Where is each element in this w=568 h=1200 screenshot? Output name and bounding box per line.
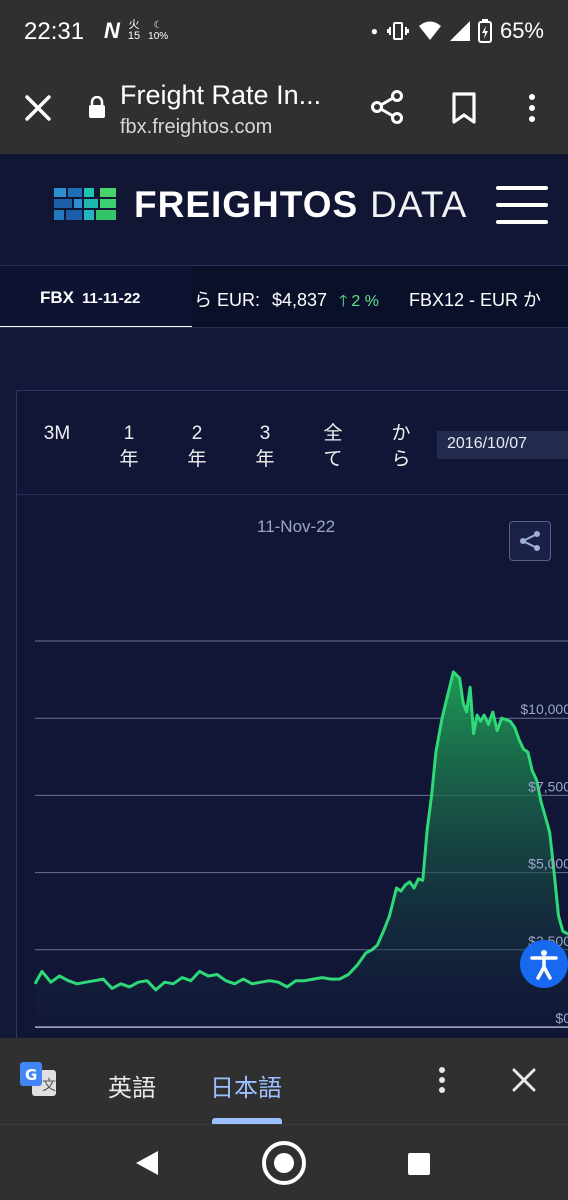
accessibility-icon (530, 950, 558, 980)
page-title[interactable]: Freight Rate In... (120, 80, 321, 111)
close-icon[interactable] (22, 92, 54, 124)
ticker-item-value: $4,837 (272, 290, 328, 310)
battery-percentage: 65% (499, 18, 544, 43)
wifi-icon (418, 21, 441, 40)
more-vert-icon[interactable] (432, 1064, 452, 1096)
vibrate-icon (386, 22, 409, 40)
ticker-index-name: FBX (40, 288, 74, 307)
rate-ticker: FBX 11-11-22 ら EUR: $4,837 🡑 2 % FBX12 -… (0, 266, 568, 328)
freightos-data-logo[interactable]: FREIGHTOS DATA (134, 184, 467, 226)
share-icon (520, 531, 540, 551)
main-content: 3M 1 年 2 年 3 年 全 て か ら 2016/10/07 $0$2,5… (0, 328, 568, 1040)
calendar-notification-icon: 火 15 (127, 19, 141, 42)
translate-bar: 文 G 英語 日本語 (0, 1038, 568, 1124)
more-vert-icon[interactable] (520, 92, 544, 124)
svg-text:G: G (25, 1066, 37, 1084)
status-bar: 22:31 N 火 15 ☾ 10% ● 65% (0, 0, 568, 64)
dot-icon: ● (370, 24, 378, 38)
chart-card: 3M 1 年 2 年 3 年 全 て か ら 2016/10/07 $0$2,5… (16, 390, 568, 1040)
bookmark-icon[interactable] (450, 92, 478, 124)
system-status-icons: ● 65% (371, 16, 544, 46)
svg-text:文: 文 (42, 1078, 56, 1094)
share-icon[interactable] (370, 90, 404, 124)
source-language-tab[interactable]: 英語 (108, 1068, 156, 1103)
fbx-price-chart[interactable]: $0$2,500$5,000$7,500$10,00001-Jan-1801-J… (17, 391, 568, 1041)
chart-share-button[interactable] (509, 521, 551, 561)
recent-apps-button[interactable] (408, 1153, 430, 1175)
logo-bold-text: FREIGHTOS (134, 184, 359, 225)
browser-toolbar: Freight Rate In... fbx.freightos.com (0, 64, 568, 154)
accessibility-button[interactable] (520, 940, 568, 988)
logo-light-text: DATA (370, 184, 468, 225)
ticker-item-name[interactable]: FBX12 - EUR か (409, 286, 541, 312)
status-time: 22:31 (24, 18, 85, 45)
y-tick-label: $10,000 (520, 701, 568, 717)
ticker-item-change: 2 % (351, 293, 379, 310)
chart-date-label: 11-Nov-22 (257, 517, 336, 536)
signal-icon (449, 21, 470, 41)
y-tick-label: $5,000 (528, 856, 568, 872)
system-nav-bar (0, 1124, 568, 1200)
y-tick-label: $0 (555, 1010, 568, 1026)
freightos-logo-icon[interactable] (54, 188, 116, 220)
home-button[interactable] (262, 1141, 306, 1185)
hamburger-menu-icon[interactable] (496, 186, 548, 224)
ticker-item-name[interactable]: ら EUR: (194, 286, 260, 312)
netflix-notification-icon: N (104, 18, 120, 43)
google-translate-icon: 文 G (20, 1062, 56, 1096)
y-tick-label: $7,500 (528, 778, 568, 794)
page-url[interactable]: fbx.freightos.com (120, 116, 272, 139)
close-icon[interactable] (510, 1066, 538, 1094)
back-icon[interactable] (134, 1149, 160, 1177)
lock-icon (89, 96, 105, 118)
ticker-items: ら EUR: $4,837 🡑 2 % FBX12 - EUR か (194, 286, 541, 317)
ticker-index-date: 11-11-22 (82, 290, 141, 307)
notification-icons: N 火 15 ☾ 10% (104, 16, 168, 46)
arrow-up-icon: 🡑 (339, 293, 348, 310)
target-language-tab[interactable]: 日本語 (210, 1068, 282, 1103)
moon-percentage: 10% (148, 31, 169, 42)
ticker-index-tab[interactable]: FBX 11-11-22 (0, 266, 192, 327)
battery-icon (477, 19, 492, 43)
site-header: FREIGHTOS DATA (0, 154, 568, 266)
moon-notification-icon: ☾ 10% (148, 20, 169, 42)
